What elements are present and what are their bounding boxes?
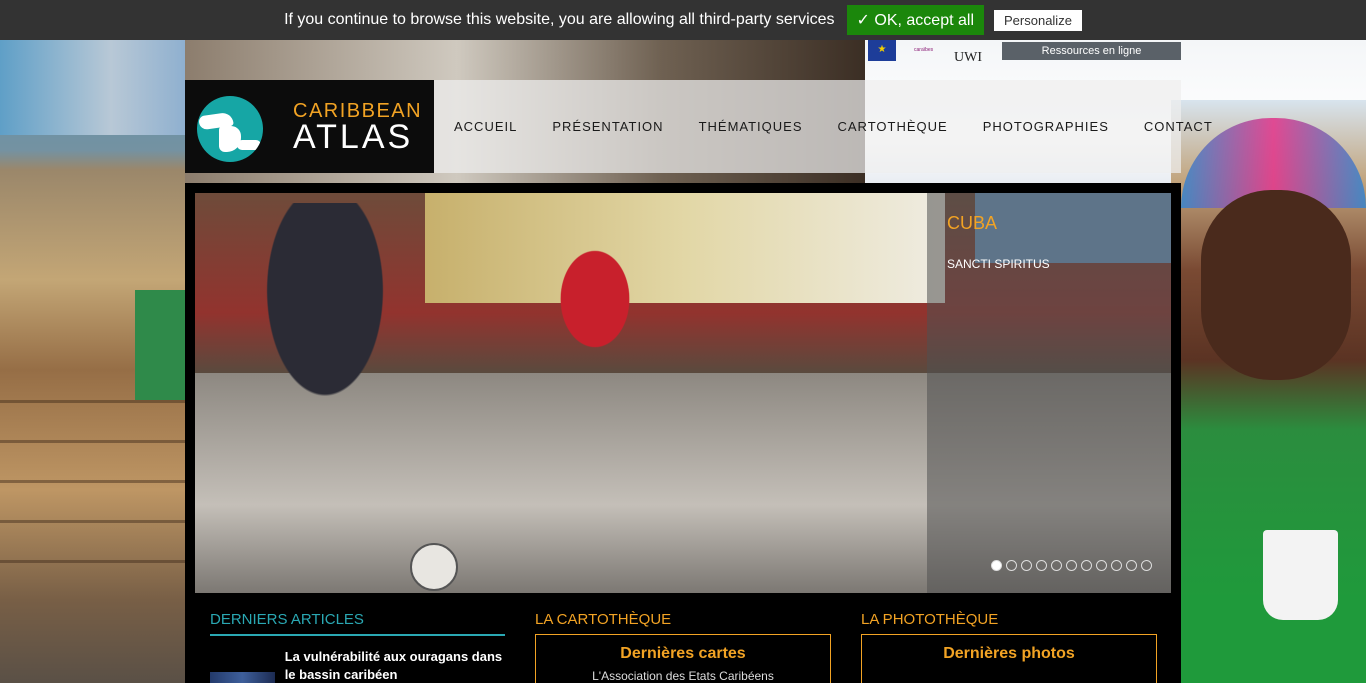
latest-map-link[interactable]: L'Association des Etats Caribéens [536, 669, 830, 683]
photo-library-heading: La photothèque [861, 611, 999, 628]
slide-photo-player [235, 203, 415, 453]
map-library-column: La cartothèque Dernières cartes L'Associ… [535, 611, 831, 683]
slider-dot[interactable] [1096, 560, 1107, 571]
main-navigation: Accueil Présentation Thématiques Cartoth… [434, 80, 1212, 173]
cookie-message: If you continue to browse this website, … [284, 11, 835, 28]
interreg-logo: caraïbes [914, 47, 934, 53]
accept-all-button[interactable]: ✓ OK, accept all [846, 5, 984, 35]
slider-dot[interactable] [1051, 560, 1062, 571]
slider-dot[interactable] [1006, 560, 1017, 571]
background-sign [0, 40, 185, 135]
site-logo[interactable]: CARIBBEAN ATLAS [185, 80, 434, 173]
slide-title[interactable]: CUBA [947, 213, 997, 234]
nav-item-contact[interactable]: Contact [1144, 119, 1213, 134]
photo-library-column: La photothèque Dernières photos [861, 611, 1157, 683]
slide-subtitle: SANCTI SPIRITUS [947, 257, 1050, 271]
latest-photos-title: Dernières photos [943, 645, 1075, 662]
background-plank [0, 440, 185, 443]
main-content: CUBA SANCTI SPIRITUS Derniers articles L… [185, 183, 1181, 683]
background-plank [0, 520, 185, 523]
cookie-consent-bar: If you continue to browse this website, … [0, 0, 1366, 40]
eu-flag-icon: ★ [868, 39, 896, 61]
article-thumbnail[interactable] [210, 672, 275, 683]
uwi-logo[interactable]: UWI [954, 50, 982, 66]
background-green-panel [135, 290, 185, 400]
online-resources-button[interactable]: Ressources en ligne [1002, 42, 1181, 60]
slider-dot[interactable] [1126, 560, 1137, 571]
logo-line2: ATLAS [293, 118, 414, 156]
latest-articles-column: Derniers articles La vulnérabilité aux o… [210, 611, 505, 683]
slider-dot[interactable] [1036, 560, 1047, 571]
background-photo-right [1171, 100, 1366, 683]
latest-photos-box: Dernières photos [861, 634, 1157, 683]
background-photo-left [0, 40, 185, 683]
slider-dot[interactable] [1021, 560, 1032, 571]
caribbean-map-icon [197, 96, 263, 162]
personalize-button[interactable]: Personalize [994, 9, 1082, 31]
nav-item-presentation[interactable]: Présentation [552, 119, 663, 134]
slider-pagination [991, 560, 1152, 571]
slide-caption-panel: CUBA SANCTI SPIRITUS [927, 193, 1171, 593]
background-plank [0, 480, 185, 483]
latest-maps-title: Dernières cartes [620, 645, 746, 662]
background-cup [1263, 530, 1338, 620]
article-title[interactable]: La vulnérabilité aux ouragans dans le ba… [285, 648, 505, 683]
slide-photo-wall [425, 193, 945, 303]
nav-item-photographies[interactable]: Photographies [983, 119, 1109, 134]
slider-dot[interactable] [1111, 560, 1122, 571]
background-face [1201, 190, 1351, 380]
slide-photo-ball [410, 543, 458, 591]
slider-dot[interactable] [1066, 560, 1077, 571]
map-library-heading: La cartothèque [535, 611, 672, 628]
nav-item-thematiques[interactable]: Thématiques [699, 119, 803, 134]
latest-maps-box: Dernières cartes L'Association des Etats… [535, 634, 831, 683]
slide-photo-player [535, 243, 655, 383]
article-item[interactable]: La vulnérabilité aux ouragans dans le ba… [210, 648, 505, 683]
background-plank [0, 560, 185, 563]
slider-dot[interactable] [1141, 560, 1152, 571]
nav-item-accueil[interactable]: Accueil [454, 119, 517, 134]
latest-articles-heading: Derniers articles [210, 611, 505, 636]
nav-item-cartotheque[interactable]: Cartothèque [838, 119, 948, 134]
slider-dot[interactable] [1081, 560, 1092, 571]
photo-slider[interactable]: CUBA SANCTI SPIRITUS [195, 193, 1171, 593]
background-plank [0, 400, 185, 403]
slider-dot[interactable] [991, 560, 1002, 571]
